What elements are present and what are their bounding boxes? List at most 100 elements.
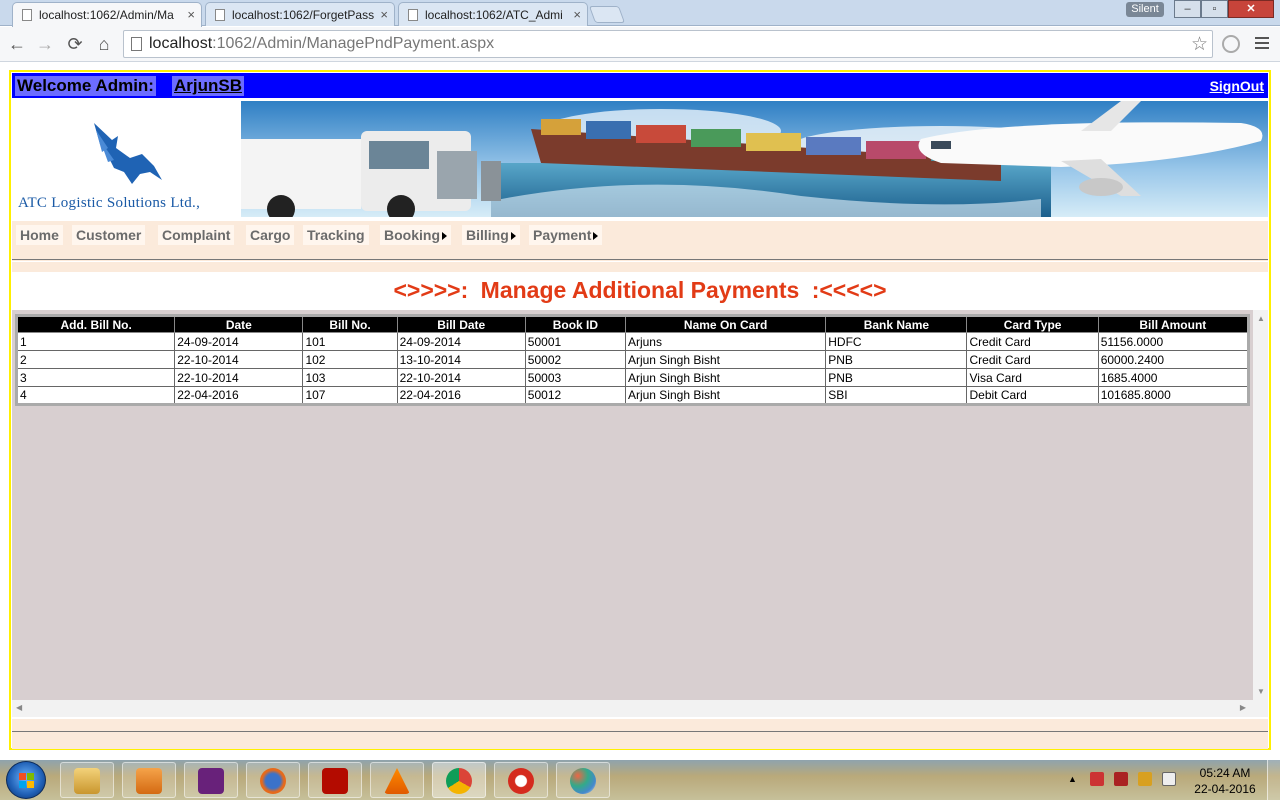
close-tab-icon[interactable]: × — [573, 7, 581, 22]
table-cell: 60000.2400 — [1097, 350, 1250, 369]
menu-item-label: Cargo — [250, 227, 291, 243]
taskbar-file-explorer[interactable] — [60, 762, 114, 798]
table-cell: HDFC — [825, 332, 968, 351]
restore-button[interactable]: ▫ — [1201, 0, 1228, 18]
table-row[interactable]: 2 22-10-2014 102 13-10-2014 50002 Arjun … — [15, 350, 1250, 369]
menu-item-cargo[interactable]: Cargo — [246, 225, 295, 245]
column-header[interactable]: Bill No. — [302, 315, 398, 333]
volume-icon[interactable] — [1162, 772, 1176, 786]
table-row[interactable]: 4 22-04-2016 107 22-04-2016 50012 Arjun … — [15, 386, 1250, 405]
vertical-scrollbar[interactable]: ▲ ▼ — [1253, 310, 1268, 700]
table-cell: 1685.4000 — [1097, 368, 1250, 387]
bookmark-star-icon[interactable]: ☆ — [1191, 33, 1208, 56]
taskbar-media-player[interactable] — [122, 762, 176, 798]
table-cell: 22-04-2016 — [174, 386, 304, 405]
home-icon[interactable]: ⌂ — [92, 32, 116, 56]
close-window-button[interactable]: ✕ — [1228, 0, 1274, 18]
column-header[interactable]: Card Type — [966, 315, 1099, 333]
browser-titlebar: localhost:1062/Admin/Ma × localhost:1062… — [0, 0, 1280, 27]
scroll-up-icon[interactable]: ▲ — [1257, 314, 1265, 323]
ccleaner-icon — [508, 768, 534, 794]
close-tab-icon[interactable]: × — [380, 7, 388, 22]
welcome-bar: Welcome Admin: ArjunSB SignOut — [12, 73, 1268, 98]
table-row[interactable]: 3 22-10-2014 103 22-10-2014 50003 Arjun … — [15, 368, 1250, 387]
payments-table: Add. Bill No. Date Bill No. Bill Date Bo… — [15, 314, 1250, 406]
profile-badge[interactable]: Silent — [1126, 2, 1164, 17]
taskbar-acrobat-reader[interactable] — [308, 762, 362, 798]
taskbar-chrome[interactable] — [432, 762, 486, 798]
table-cell: 4 — [15, 386, 176, 405]
taskbar-vlc[interactable] — [370, 762, 424, 798]
signout-link[interactable]: SignOut — [1210, 78, 1264, 94]
company-logo: ATC Logistic Solutions Ltd., — [12, 100, 240, 218]
table-cell: 101 — [302, 332, 398, 351]
address-bar[interactable]: localhost:1062/Admin/ManagePndPayment.as… — [123, 30, 1213, 58]
browser-tab-2[interactable]: localhost:1062/ForgetPass × — [205, 2, 395, 26]
minimize-button[interactable]: – — [1174, 0, 1201, 18]
network-icon[interactable] — [1138, 772, 1152, 786]
menu-item-tracking[interactable]: Tracking — [303, 225, 369, 245]
column-header[interactable]: Bill Date — [396, 315, 526, 333]
table-cell: PNB — [825, 350, 968, 369]
menu-item-home[interactable]: Home — [16, 225, 63, 245]
menu-item-customer[interactable]: Customer — [72, 225, 146, 245]
menu-item-label: Payment — [533, 227, 592, 243]
table-row[interactable]: 1 24-09-2014 101 24-09-2014 50001 Arjuns… — [15, 332, 1250, 351]
browser-menu-icon[interactable] — [1255, 37, 1269, 49]
back-icon[interactable]: ← — [5, 32, 29, 56]
column-header[interactable]: Book ID — [524, 315, 626, 333]
column-header[interactable]: Bank Name — [825, 315, 968, 333]
taskbar-visual-studio[interactable] — [184, 762, 238, 798]
scroll-down-icon[interactable]: ▼ — [1257, 687, 1265, 696]
menu-item-complaint[interactable]: Complaint — [158, 225, 235, 245]
network-warning-icon[interactable] — [1090, 772, 1104, 786]
vlc-icon — [384, 768, 410, 794]
column-header[interactable]: Add. Bill No. — [15, 315, 176, 333]
horizontal-scrollbar[interactable]: ◀ ▶ — [12, 700, 1268, 717]
table-cell: 24-09-2014 — [174, 332, 304, 351]
new-tab-button[interactable] — [588, 6, 626, 23]
taskbar-firefox[interactable] — [246, 762, 300, 798]
column-header[interactable]: Date — [174, 315, 304, 333]
tab-title: localhost:1062/Admin/Ma — [39, 8, 174, 22]
table-cell: 102 — [302, 350, 398, 369]
table-cell: Credit Card — [966, 350, 1099, 369]
folder-icon — [74, 768, 100, 794]
security-icon[interactable] — [1114, 772, 1128, 786]
logo-text: ATC Logistic Solutions Ltd., — [18, 195, 201, 211]
table-cell: 50003 — [524, 368, 626, 387]
start-button[interactable] — [6, 761, 46, 799]
username-link[interactable]: ArjunSB — [172, 76, 244, 96]
menu-item-billing[interactable]: Billing — [462, 225, 520, 245]
table-cell: SBI — [825, 386, 968, 405]
browser-toolbar: ← → ⟳ ⌂ localhost:1062/Admin/ManagePndPa… — [0, 27, 1280, 62]
menu-spacer — [12, 262, 1268, 272]
reload-icon[interactable]: ⟳ — [63, 32, 87, 56]
show-desktop-button[interactable] — [1267, 760, 1280, 800]
page-frame: Welcome Admin: ArjunSB SignOut ATC Logis… — [9, 70, 1271, 750]
taskbar-ccleaner[interactable] — [494, 762, 548, 798]
menu-item-label: Home — [20, 227, 59, 243]
extension-icon[interactable] — [1222, 35, 1240, 53]
browser-tab-3[interactable]: localhost:1062/ATC_Admi × — [398, 2, 588, 26]
menu-item-booking[interactable]: Booking — [380, 225, 451, 245]
transport-banner-icon — [241, 101, 1268, 217]
table-header-row: Add. Bill No. Date Bill No. Bill Date Bo… — [15, 315, 1250, 333]
taskbar-paint[interactable] — [556, 762, 610, 798]
tray-expand-icon[interactable]: ▲ — [1068, 774, 1077, 784]
table-cell: Visa Card — [966, 368, 1099, 387]
browser-tab-1[interactable]: localhost:1062/Admin/Ma × — [12, 2, 202, 27]
scroll-right-icon[interactable]: ▶ — [1240, 703, 1246, 712]
menu-item-payment[interactable]: Payment — [529, 225, 603, 245]
close-tab-icon[interactable]: × — [187, 7, 195, 22]
chrome-icon — [446, 768, 472, 794]
table-cell: 50012 — [524, 386, 626, 405]
forward-icon[interactable]: → — [33, 32, 57, 56]
footer-divider — [12, 731, 1268, 732]
visual-studio-icon — [198, 768, 224, 794]
column-header[interactable]: Bill Amount — [1097, 315, 1250, 333]
scroll-left-icon[interactable]: ◀ — [16, 703, 22, 712]
firefox-icon — [260, 768, 286, 794]
column-header[interactable]: Name On Card — [624, 315, 827, 333]
system-clock[interactable]: 05:24 AM 22-04-2016 — [1190, 765, 1260, 797]
